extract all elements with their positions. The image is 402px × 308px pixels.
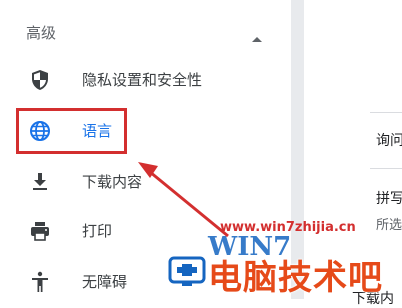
watermark-brand-text: 电脑技术吧: [208, 258, 383, 298]
divider: [370, 112, 402, 113]
accessibility-icon: [28, 270, 52, 294]
tv-icon: [168, 254, 208, 288]
content-row-spellcheck: 拼写: [376, 191, 402, 207]
sidebar-item-label: 无障碍: [82, 273, 128, 291]
printer-icon: [28, 219, 52, 243]
chevron-up-icon[interactable]: [251, 28, 263, 47]
content-row-spellcheck-sub: 所选: [376, 218, 402, 233]
sidebar-item-label: 打印: [82, 222, 113, 240]
content-row-ask: 询问: [376, 133, 402, 149]
advanced-section-header[interactable]: 高级: [26, 20, 276, 44]
watermark-brand: 电脑技术吧: [168, 248, 402, 298]
sidebar-item-downloads[interactable]: 下载内容: [0, 158, 291, 206]
sidebar-item-privacy[interactable]: 隐私设置和安全性: [0, 56, 291, 104]
divider: [370, 168, 402, 169]
download-icon: [28, 170, 52, 194]
sidebar-item-label: 下载内容: [82, 173, 143, 191]
highlight-box: [16, 108, 127, 154]
advanced-section-title: 高级: [26, 24, 57, 42]
sidebar-item-label: 隐私设置和安全性: [82, 71, 203, 89]
shield-icon: [28, 68, 52, 92]
